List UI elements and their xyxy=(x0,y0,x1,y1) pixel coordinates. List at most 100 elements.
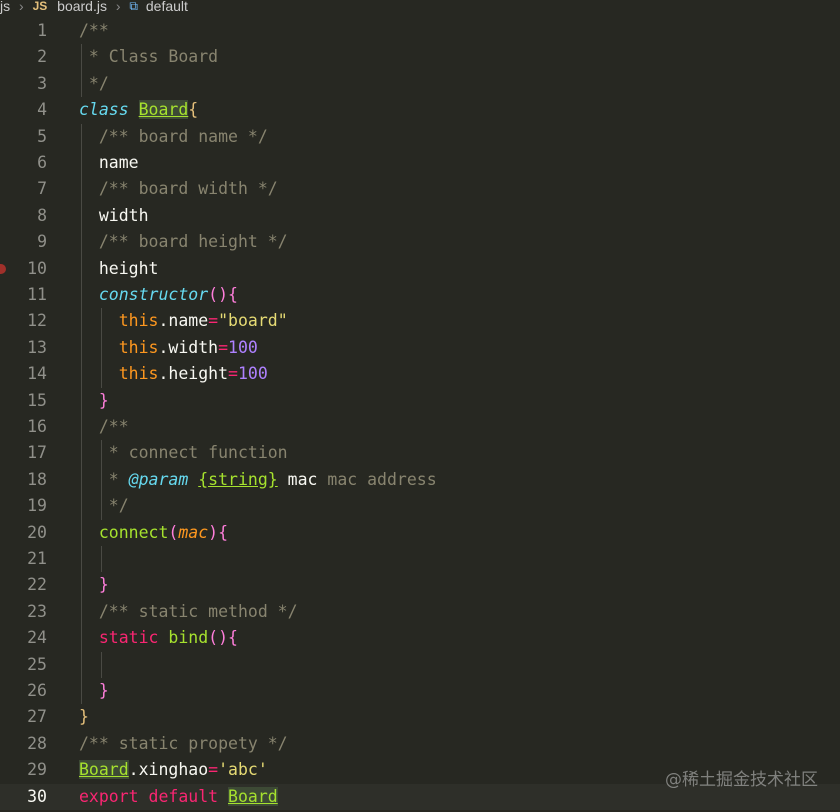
code-text: this.width=100 xyxy=(79,335,258,361)
code-token: = xyxy=(218,337,229,357)
code-line[interactable]: 24 static bind(){ xyxy=(0,625,840,651)
code-token: ( xyxy=(168,522,179,542)
code-line[interactable]: 26 } xyxy=(0,678,840,704)
breadcrumb-file[interactable]: board.js xyxy=(57,0,107,13)
code-text: connect(mac){ xyxy=(79,520,228,546)
code-line[interactable]: 9 /** board height */ xyxy=(0,229,840,255)
code-token: (){ xyxy=(208,628,238,648)
code-line[interactable]: 23 /** static method */ xyxy=(0,599,840,625)
code-text: */ xyxy=(79,493,129,519)
code-token: (){ xyxy=(208,285,238,304)
code-token: * connect function xyxy=(98,443,288,463)
code-token: /** xyxy=(98,417,129,436)
breadcrumb: js › JS board.js › ⧉ default xyxy=(0,0,840,14)
line-number: 7 xyxy=(37,179,47,199)
code-text: * Class Board xyxy=(79,44,218,70)
line-number: 27 xyxy=(27,707,47,727)
breadcrumb-folder[interactable]: js xyxy=(0,0,10,13)
code-text: /** static propety */ xyxy=(79,731,288,757)
line-number: 19 xyxy=(27,496,47,516)
code-line[interactable]: 19 */ xyxy=(0,493,840,519)
code-line[interactable]: 16 /** xyxy=(0,414,840,440)
indent-guide xyxy=(81,123,82,705)
code-token: @param xyxy=(128,469,189,489)
code-line[interactable]: 10 height xyxy=(0,256,840,282)
code-token: bind xyxy=(168,628,209,648)
code-line[interactable]: 6 name xyxy=(0,150,840,176)
code-text: width xyxy=(79,203,149,229)
code-text: this.height=100 xyxy=(79,361,268,387)
indent-guide xyxy=(101,546,102,573)
code-line[interactable]: 15 } xyxy=(0,388,840,414)
line-number: 2 xyxy=(37,47,47,67)
code-text: class Board{ xyxy=(79,97,198,123)
code-token: } xyxy=(98,681,109,700)
code-token: {string} xyxy=(198,469,278,489)
code-token: ){ xyxy=(208,522,229,542)
code-editor[interactable]: 1/** 2 * Class Board 3 */4 class Board{5 /*… xyxy=(0,18,840,812)
line-number: 3 xyxy=(37,73,47,93)
code-text: constructor(){ xyxy=(79,282,238,308)
code-line[interactable]: 8 width xyxy=(0,203,840,229)
code-token: /** board name */ xyxy=(98,126,268,146)
code-text: height xyxy=(79,256,159,282)
code-text: } xyxy=(79,678,109,704)
line-number: 24 xyxy=(27,628,47,648)
code-line[interactable]: 25 xyxy=(0,652,840,678)
line-number: 11 xyxy=(27,285,47,304)
code-line[interactable]: 2 * Class Board xyxy=(0,44,840,70)
code-text: /** board width */ xyxy=(79,176,278,202)
code-line[interactable]: 1 /** xyxy=(0,18,840,44)
code-token: height xyxy=(79,258,159,278)
code-text: } xyxy=(79,572,109,598)
code-text: /** board name */ xyxy=(79,124,268,150)
code-line[interactable]: 28 /** static propety */ xyxy=(0,731,840,757)
code-line[interactable]: 14 this.height=100 xyxy=(0,361,840,387)
code-token: constructor xyxy=(98,285,209,304)
code-line[interactable]: 13 this.width=100 xyxy=(0,335,840,361)
code-token: mac xyxy=(178,522,209,542)
line-number: 14 xyxy=(27,364,47,384)
code-line[interactable]: 20 connect(mac){ xyxy=(0,520,840,546)
code-line[interactable]: 4 class Board{ xyxy=(0,97,840,123)
line-number: 13 xyxy=(27,337,47,357)
code-line[interactable]: 21 xyxy=(0,546,840,572)
code-token: connect xyxy=(98,522,169,542)
line-number: 28 xyxy=(27,733,47,753)
code-line[interactable]: 12 this.name="board" xyxy=(0,308,840,334)
code-token: .width xyxy=(158,337,219,357)
code-token: "board" xyxy=(218,311,288,331)
javascript-file-icon: JS xyxy=(32,0,48,13)
code-token: .xinghao xyxy=(128,760,209,780)
code-line[interactable]: 5 /** board name */ xyxy=(0,124,840,150)
breadcrumb-symbol[interactable]: default xyxy=(146,0,188,13)
line-number: 20 xyxy=(27,522,47,542)
code-line[interactable]: 27} xyxy=(0,704,840,730)
code-token: /** board height */ xyxy=(98,232,288,252)
line-number: 1 xyxy=(37,21,47,40)
code-line[interactable]: 17 * connect function xyxy=(0,440,840,466)
code-token: } xyxy=(79,707,89,727)
code-line[interactable]: 22 } xyxy=(0,572,840,598)
code-line[interactable]: 7 /** board width */ xyxy=(0,176,840,202)
code-token: */ xyxy=(79,73,109,93)
chevron-right-icon: › xyxy=(19,0,24,14)
code-text: */ xyxy=(79,71,109,97)
code-token: = xyxy=(208,760,219,780)
code-line[interactable]: 11 constructor(){ xyxy=(0,282,840,308)
code-token: width xyxy=(79,205,149,225)
code-text: Board.xinghao='abc' xyxy=(79,757,268,783)
indent-guide xyxy=(81,44,82,98)
indent-guide xyxy=(101,308,102,388)
code-token: static xyxy=(98,628,159,648)
code-line[interactable]: 3 */ xyxy=(0,71,840,97)
code-line[interactable]: 18 * @param {string} mac mac address xyxy=(0,467,840,493)
code-token: this xyxy=(118,364,159,384)
indent-guide xyxy=(101,651,102,678)
line-number: 30 xyxy=(27,786,47,806)
